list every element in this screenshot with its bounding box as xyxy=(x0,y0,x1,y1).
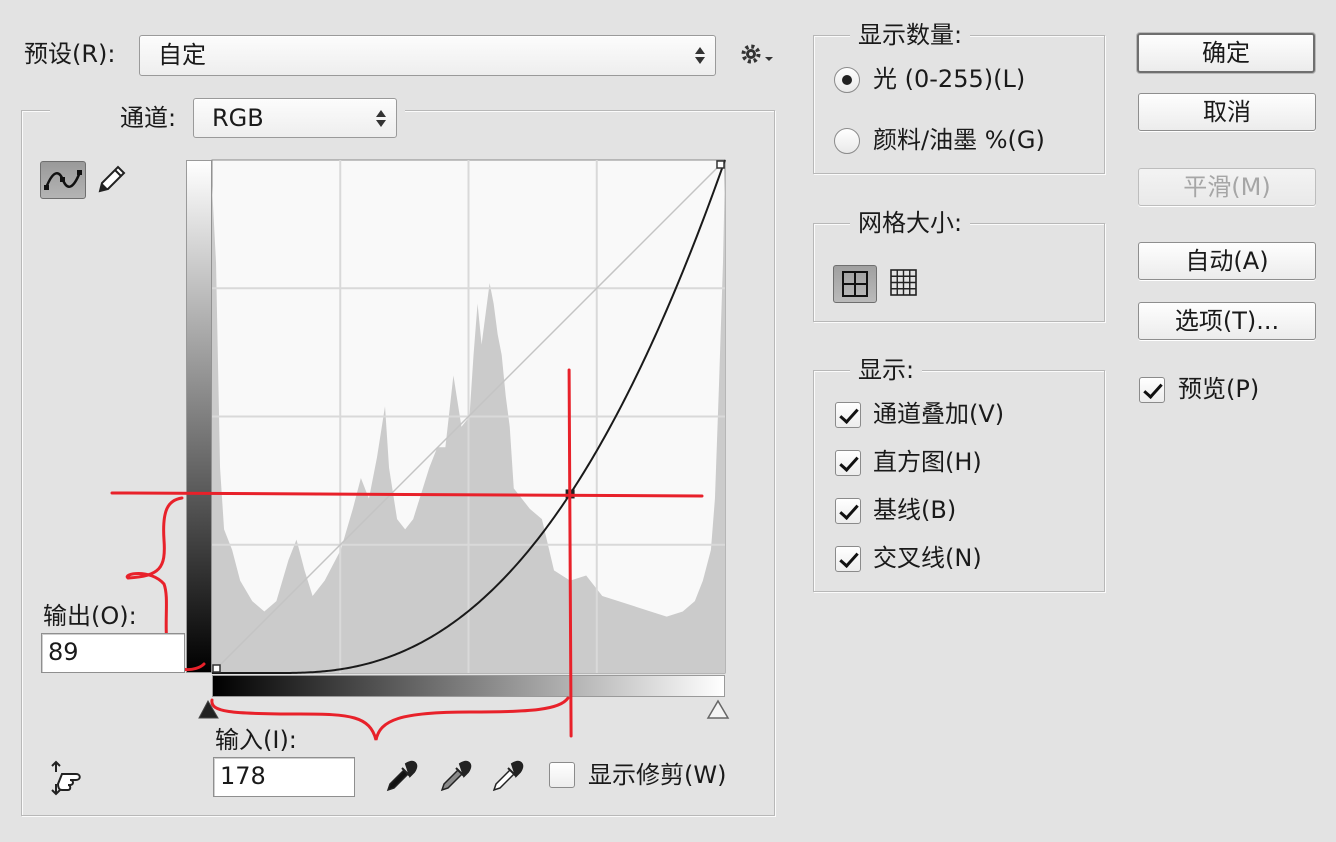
detailed-grid-button[interactable] xyxy=(887,266,921,300)
gray-eyedropper-icon[interactable] xyxy=(438,758,474,794)
show-clipping-label: 显示修剪(W) xyxy=(588,761,727,789)
input-field[interactable]: 178 xyxy=(213,757,355,797)
smooth-button[interactable]: 平滑(M) xyxy=(1138,168,1316,206)
preview-checkbox[interactable] xyxy=(1139,377,1165,403)
pigment-radio-label: 颜料/油墨 %(G) xyxy=(873,126,1045,154)
baseline-label: 基线(B) xyxy=(873,496,957,524)
grid-size-title: 网格大小: xyxy=(850,209,971,237)
show-title: 显示: xyxy=(850,356,923,384)
display-amount-title: 显示数量: xyxy=(850,21,971,49)
white-eyedropper-icon[interactable] xyxy=(490,758,526,794)
annotation-input-line xyxy=(567,368,573,738)
histogram-label: 直方图(H) xyxy=(873,448,982,476)
histogram-checkbox[interactable] xyxy=(835,450,861,476)
curves-graph[interactable] xyxy=(0,0,1336,842)
options-button[interactable]: 选项(T)... xyxy=(1138,302,1316,340)
auto-button[interactable]: 自动(A) xyxy=(1138,242,1316,280)
intersection-line-label: 交叉线(N) xyxy=(873,544,982,572)
black-point-handle[interactable] xyxy=(212,664,221,673)
output-field[interactable]: 89 xyxy=(41,633,185,673)
light-radio[interactable] xyxy=(834,67,860,93)
white-point-handle[interactable] xyxy=(716,160,725,169)
ok-button[interactable]: 确定 xyxy=(1137,33,1315,73)
intersection-line-checkbox[interactable] xyxy=(835,546,861,572)
black-input-slider[interactable] xyxy=(198,699,219,719)
black-eyedropper-icon[interactable] xyxy=(384,758,420,794)
show-clipping-checkbox[interactable] xyxy=(549,762,575,788)
white-input-slider[interactable] xyxy=(706,699,730,719)
input-label: 输入(I): xyxy=(215,726,297,754)
channel-overlay-checkbox[interactable] xyxy=(835,402,861,428)
simple-grid-icon xyxy=(842,271,868,297)
channel-overlay-label: 通道叠加(V) xyxy=(873,400,1005,428)
light-radio-label: 光 (0-255)(L) xyxy=(873,65,1026,93)
pigment-radio[interactable] xyxy=(834,128,860,154)
cancel-button[interactable]: 取消 xyxy=(1138,93,1316,131)
baseline-checkbox[interactable] xyxy=(835,498,861,524)
detailed-grid-icon xyxy=(890,269,917,296)
preview-label: 预览(P) xyxy=(1178,375,1260,403)
simple-grid-button[interactable] xyxy=(833,265,877,303)
output-label: 输出(O): xyxy=(43,602,137,630)
hand-adjust-icon[interactable] xyxy=(46,760,88,800)
